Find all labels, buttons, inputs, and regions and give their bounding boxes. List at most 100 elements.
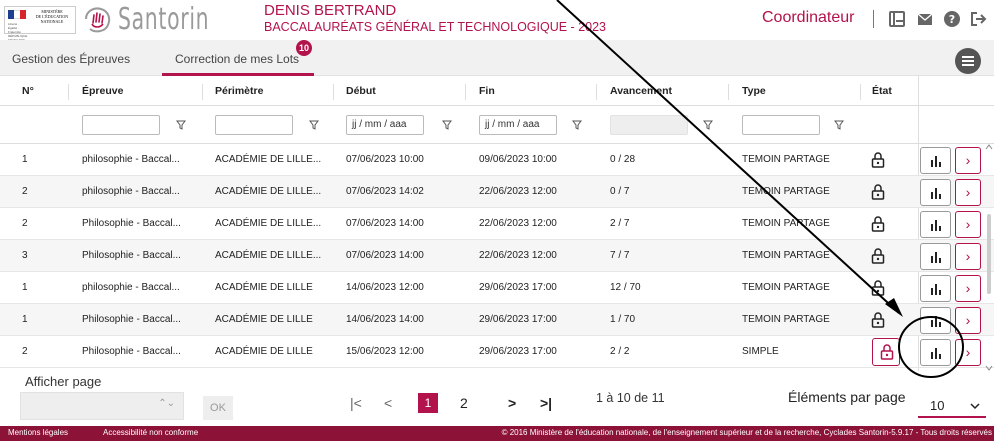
open-lot-button[interactable]: › <box>955 243 981 270</box>
chevron-down-icon <box>970 403 980 410</box>
col-header-etat[interactable]: État <box>872 85 892 97</box>
filter-fin-date[interactable]: jj / mm / aaa <box>479 115 557 135</box>
cell-type: TEMOIN PARTAGE <box>742 282 830 293</box>
stepper-icon[interactable]: ⌃⌄ <box>158 398 175 409</box>
next-page-button[interactable]: > <box>508 395 516 411</box>
tab-correction-lots[interactable]: Correction de mes Lots <box>175 52 299 66</box>
accessibility-link[interactable]: Accessibilité non conforme <box>103 428 198 437</box>
cell-epreuve: Philosophie - Baccal... <box>82 250 181 261</box>
cell-debut: 07/06/2023 10:00 <box>346 154 424 165</box>
user-name: DENIS BERTRAND <box>264 2 397 19</box>
lock-icon <box>871 184 885 200</box>
republic-motto: Liberté · Égalité · Fraternité RÉPUBLIQU… <box>8 22 28 42</box>
legal-link[interactable]: Mentions légales <box>8 428 68 437</box>
lock-icon <box>871 216 885 232</box>
hamburger-menu-button[interactable] <box>955 48 981 74</box>
stats-button[interactable] <box>920 275 951 302</box>
cell-perimetre: ACADÉMIE DE LILLE... <box>215 250 322 261</box>
copyright-text: © 2016 Ministère de l'éducation national… <box>501 428 992 437</box>
cell-fin: 22/06/2023 12:00 <box>479 218 557 229</box>
cell-avancement: 1 / 70 <box>610 314 636 325</box>
filter-perimetre-input[interactable] <box>215 115 293 135</box>
table-row[interactable]: 1 Philosophie - Baccal... ACADÉMIE DE LILL… <box>0 304 994 336</box>
exam-title: BACCALAURÉATS GÉNÉRAL ET TECHNOLOGIQUE -… <box>264 20 606 34</box>
open-lot-button[interactable]: › <box>955 147 981 174</box>
col-header-epreuve[interactable]: Épreuve <box>82 85 123 97</box>
last-page-button[interactable]: >| <box>540 395 552 411</box>
cell-debut: 07/06/2023 14:00 <box>346 250 424 261</box>
table-row[interactable]: 3 Philosophie - Baccal... ACADÉMIE DE LILL… <box>0 240 994 272</box>
stats-button[interactable] <box>920 147 951 174</box>
help-icon[interactable]: ? <box>943 10 961 28</box>
cell-fin: 22/06/2023 12:00 <box>479 250 557 261</box>
cell-perimetre: ACADÉMIE DE LILLE <box>215 282 313 293</box>
cell-fin: 29/06/2023 17:00 <box>479 314 557 325</box>
document-icon[interactable] <box>888 10 906 28</box>
open-lot-button[interactable]: › <box>955 179 981 206</box>
app-logo-text: Santorin <box>118 2 210 37</box>
table-row[interactable]: 1 philosophie - Baccal... ACADÉMIE DE LILL… <box>0 272 994 304</box>
cell-avancement: 0 / 7 <box>610 186 630 197</box>
open-lot-button[interactable]: › <box>955 307 981 334</box>
open-lot-button[interactable]: › <box>955 211 981 238</box>
cell-num: 1 <box>22 282 28 293</box>
stats-button[interactable] <box>920 243 951 270</box>
col-header-avancement[interactable]: Avancement <box>610 85 672 97</box>
bar-chart-icon <box>931 188 941 199</box>
lock-toggle-button[interactable] <box>872 338 900 366</box>
filter-icon[interactable] <box>176 120 186 130</box>
table-row[interactable]: 1 philosophie - Baccal... ACADÉMIE DE LILL… <box>0 144 994 176</box>
table-scrollbar[interactable] <box>985 144 993 372</box>
filter-icon[interactable] <box>834 120 844 130</box>
logout-icon[interactable] <box>969 10 987 28</box>
cell-type: TEMOIN PARTAGE <box>742 314 830 325</box>
cell-fin: 22/06/2023 12:00 <box>479 186 557 197</box>
table-row[interactable]: 2 Philosophie - Baccal... ACADÉMIE DE LILL… <box>0 208 994 240</box>
cell-num: 1 <box>22 154 28 165</box>
cell-fin: 29/06/2023 17:00 <box>479 282 557 293</box>
bar-chart-icon <box>931 220 941 231</box>
col-header-fin[interactable]: Fin <box>479 85 495 97</box>
filter-icon[interactable] <box>572 120 582 130</box>
filter-row: jj / mm / aaa jj / mm / aaa <box>0 106 994 144</box>
stats-button[interactable] <box>920 339 951 366</box>
filter-icon[interactable] <box>703 120 713 130</box>
stats-button[interactable] <box>920 179 951 206</box>
mail-icon[interactable] <box>916 10 934 28</box>
bar-chart-icon <box>931 284 941 295</box>
filter-icon[interactable] <box>309 120 319 130</box>
bar-chart-icon <box>931 316 941 327</box>
table-row[interactable]: 2 Philosophie - Baccal... ACADÉMIE DE LILL… <box>0 336 994 368</box>
col-header-type[interactable]: Type <box>742 85 766 97</box>
table-row[interactable]: 2 philosophie - Baccal... ACADÉMIE DE LILL… <box>0 176 994 208</box>
cell-num: 1 <box>22 314 28 325</box>
cell-type: TEMOIN PARTAGE <box>742 154 830 165</box>
go-to-page-ok-button[interactable]: OK <box>203 396 233 420</box>
page-1-button[interactable]: 1 <box>418 393 438 413</box>
per-page-value: 10 <box>930 398 945 413</box>
stats-button[interactable] <box>920 211 951 238</box>
user-role[interactable]: Coordinateur <box>762 9 855 27</box>
prev-page-button[interactable]: < <box>384 395 392 411</box>
filter-debut-date[interactable]: jj / mm / aaa <box>346 115 424 135</box>
go-to-page-input[interactable]: ⌃⌄ <box>20 392 184 420</box>
col-header-num[interactable]: N° <box>22 85 34 97</box>
filter-epreuve-input[interactable] <box>82 115 160 135</box>
cell-type: SIMPLE <box>742 346 779 357</box>
cell-avancement: 7 / 7 <box>610 250 630 261</box>
pagination-bar: Afficher page ⌃⌄ OK |< < 1 2 > >| 1 à 10… <box>0 372 994 426</box>
results-range: 1 à 10 de 11 <box>596 391 665 405</box>
per-page-select[interactable]: 10 <box>918 392 986 418</box>
first-page-button[interactable]: |< <box>350 395 362 411</box>
filter-icon[interactable] <box>442 120 452 130</box>
open-lot-button[interactable]: › <box>955 275 981 302</box>
tab-gestion-epreuves[interactable]: Gestion des Épreuves <box>12 52 130 66</box>
cell-avancement: 0 / 28 <box>610 154 636 165</box>
stats-button[interactable] <box>920 307 951 334</box>
col-header-perimetre[interactable]: Périmètre <box>215 85 263 97</box>
filter-type-input[interactable] <box>742 115 820 135</box>
col-header-debut[interactable]: Début <box>346 85 376 97</box>
open-lot-button[interactable]: › <box>955 339 981 366</box>
page-2-button[interactable]: 2 <box>460 395 468 411</box>
cell-avancement: 2 / 7 <box>610 218 630 229</box>
